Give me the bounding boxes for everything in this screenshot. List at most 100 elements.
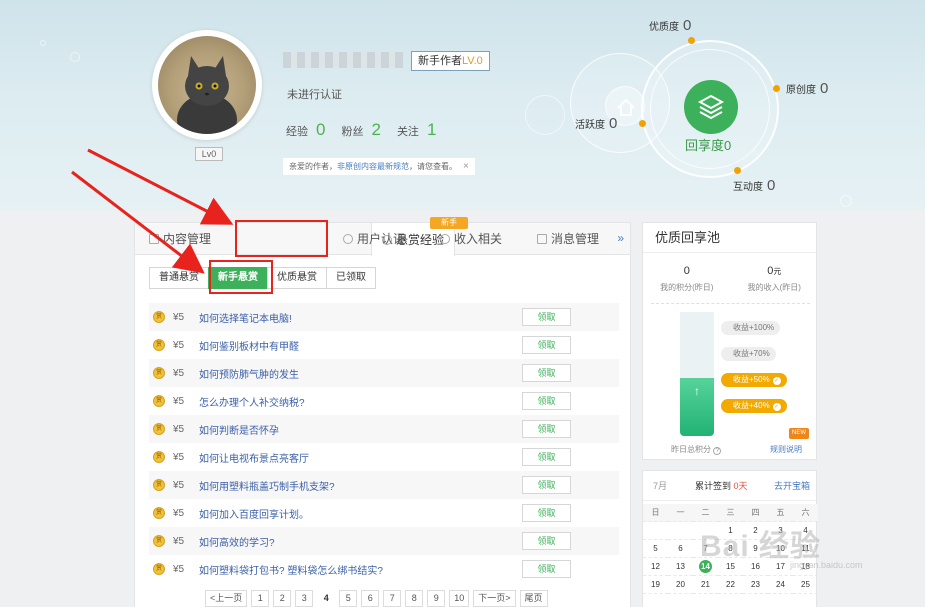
page-button[interactable]: 3 bbox=[295, 590, 314, 607]
tabs-more-icon[interactable]: » bbox=[617, 231, 624, 245]
notice-close-icon[interactable]: × bbox=[463, 158, 469, 175]
calendar-day[interactable]: 5 bbox=[643, 540, 668, 558]
claim-button[interactable]: 领取 bbox=[522, 420, 571, 438]
open-treasure-link[interactable]: 去开宝箱 bbox=[774, 479, 810, 492]
signed-count: 累计签到 0天 bbox=[695, 479, 748, 492]
avatar-level-badge: Lv0 bbox=[195, 147, 223, 161]
page-button[interactable]: 7 bbox=[383, 590, 402, 607]
page-button[interactable]: 6 bbox=[361, 590, 380, 607]
page-button[interactable]: 2 bbox=[273, 590, 292, 607]
tab-label: 收入相关 bbox=[454, 232, 503, 246]
claim-button[interactable]: 领取 bbox=[522, 364, 571, 382]
coin-icon: 赏 bbox=[153, 451, 165, 463]
task-title-link[interactable]: 如何塑料袋打包书? 塑料袋怎么绑书结实? bbox=[199, 562, 383, 577]
calendar-day[interactable]: 6 bbox=[668, 540, 693, 558]
task-title-link[interactable]: 如何判断是否怀孕 bbox=[199, 422, 279, 437]
claim-button[interactable]: 领取 bbox=[522, 504, 571, 522]
page-button[interactable]: 8 bbox=[405, 590, 424, 607]
task-title-link[interactable]: 怎么办理个人补交纳税? bbox=[199, 394, 305, 409]
task-reward: ¥5 bbox=[173, 311, 185, 323]
calendar-day[interactable]: 20 bbox=[668, 576, 693, 594]
page-button[interactable]: 5 bbox=[339, 590, 358, 607]
quality-value: 0 bbox=[683, 17, 692, 34]
tab-messages[interactable]: 消息管理 bbox=[537, 223, 599, 255]
pool-level-label: 收益+100% bbox=[721, 321, 781, 335]
core-metric-label: 回享度 bbox=[685, 138, 725, 153]
calendar-day[interactable]: 23 bbox=[743, 576, 768, 594]
pool-values: 0 我的积分(昨日) 0元 我的收入(昨日) bbox=[643, 265, 818, 293]
up-arrow-icon: ↑ bbox=[694, 384, 700, 398]
highlight-box-tab bbox=[235, 220, 328, 257]
task-title-link[interactable]: 如何鉴别板材中有甲醛 bbox=[199, 338, 299, 353]
author-level-badge[interactable]: 新手作者LV.0 bbox=[411, 51, 490, 71]
calendar-day[interactable]: 13 bbox=[668, 558, 693, 576]
task-reward: ¥5 bbox=[173, 563, 185, 575]
quality-metric: 优质度 0 bbox=[649, 17, 691, 34]
calendar-day[interactable]: 22 bbox=[718, 576, 743, 594]
task-title-link[interactable]: 如何选择笔记本电脑! bbox=[199, 310, 292, 325]
task-row: 赏 ¥5 如何让电视布景点亮客厅 领取 bbox=[149, 443, 619, 471]
stat-exp-value[interactable]: 0 bbox=[316, 120, 325, 140]
prev-page-button[interactable]: <上一页 bbox=[205, 590, 248, 607]
pool-level-label: 收益+50% ✓ bbox=[721, 373, 787, 387]
claim-button[interactable]: 领取 bbox=[522, 448, 571, 466]
claim-button[interactable]: 领取 bbox=[522, 308, 571, 326]
interaction-label: 互动度 bbox=[733, 182, 763, 193]
task-title-link[interactable]: 如何高效的学习? bbox=[199, 534, 275, 549]
coin-icon: 赏 bbox=[153, 535, 165, 547]
calendar-day[interactable]: 19 bbox=[643, 576, 668, 594]
pool-level-text: 收益+100% bbox=[733, 323, 775, 332]
calendar-day[interactable]: 24 bbox=[768, 576, 793, 594]
page-button[interactable]: 9 bbox=[427, 590, 446, 607]
coin-icon: 赏 bbox=[153, 395, 165, 407]
original-metric: 原创度 0 bbox=[786, 80, 828, 97]
claim-button[interactable]: 领取 bbox=[522, 476, 571, 494]
quality-label: 优质度 bbox=[649, 22, 679, 33]
task-title-link[interactable]: 如何加入百度回享计划。 bbox=[199, 506, 309, 521]
stat-exp-label: 经验 bbox=[286, 126, 308, 138]
tab-content-management[interactable]: 内容管理 bbox=[149, 223, 211, 255]
author-badge-label: 新手作者 bbox=[418, 55, 462, 67]
claim-button[interactable]: 领取 bbox=[522, 560, 571, 578]
last-page-button[interactable]: 尾页 bbox=[519, 590, 548, 607]
claim-button[interactable]: 领取 bbox=[522, 532, 571, 550]
subtab-normal-reward[interactable]: 普通悬赏 bbox=[149, 267, 209, 289]
layers-icon[interactable] bbox=[684, 80, 738, 134]
rules-link[interactable]: 规则说明 bbox=[770, 444, 802, 455]
subtab-quality-reward[interactable]: 优质悬赏 bbox=[267, 267, 327, 289]
pool-level-tube: ↑ bbox=[680, 312, 714, 436]
subtab-claimed[interactable]: 已领取 bbox=[326, 267, 376, 289]
stat-follow-value[interactable]: 1 bbox=[427, 120, 436, 140]
claim-button[interactable]: 领取 bbox=[522, 392, 571, 410]
profile-banner: Lv0 新手作者LV.0 未进行认证 经验 0 粉丝 2 关注 1 亲爱的作者，… bbox=[0, 0, 925, 210]
stat-fans-value[interactable]: 2 bbox=[371, 120, 380, 140]
calendar-day bbox=[668, 522, 693, 540]
pool-points-label: 我的积分(昨日) bbox=[660, 283, 714, 292]
coin-icon: 赏 bbox=[153, 367, 165, 379]
calendar-day[interactable]: 25 bbox=[793, 576, 818, 594]
signed-days: 0天 bbox=[733, 481, 748, 491]
calendar-day[interactable]: 21 bbox=[693, 576, 718, 594]
next-page-button[interactable]: 下一页> bbox=[473, 590, 516, 607]
page-button[interactable]: 1 bbox=[251, 590, 270, 607]
weekday-header: 二 bbox=[693, 504, 718, 522]
activity-label: 活跃度 bbox=[575, 120, 605, 131]
task-row: 赏 ¥5 如何加入百度回享计划。 领取 bbox=[149, 499, 619, 527]
task-title-link[interactable]: 如何用塑料瓶盖巧制手机支架? bbox=[199, 478, 335, 493]
verify-status[interactable]: 未进行认证 bbox=[287, 86, 342, 102]
yen-icon bbox=[440, 234, 450, 244]
tab-user-verification[interactable]: 用户认证 bbox=[343, 223, 405, 255]
pool-level-label: 收益+40% ✓ bbox=[721, 399, 787, 413]
task-title-link[interactable]: 如何让电视布景点亮客厅 bbox=[199, 450, 309, 465]
pool-title: 优质回享池 bbox=[643, 223, 816, 253]
page-button[interactable]: 10 bbox=[449, 590, 470, 607]
help-icon[interactable]: ? bbox=[713, 447, 722, 455]
calendar-day[interactable]: 12 bbox=[643, 558, 668, 576]
notice-link[interactable]: 非原创内容最新规范 bbox=[337, 162, 409, 171]
claim-button[interactable]: 领取 bbox=[522, 336, 571, 354]
task-title-link[interactable]: 如何预防肺气肿的发生 bbox=[199, 366, 299, 381]
tab-income[interactable]: 收入相关 bbox=[440, 223, 502, 255]
pagination: <上一页 1 2 3 4 5 6 7 8 9 10 下一页> 尾页 bbox=[205, 590, 548, 607]
cat-photo bbox=[158, 36, 256, 134]
avatar[interactable] bbox=[152, 30, 262, 140]
